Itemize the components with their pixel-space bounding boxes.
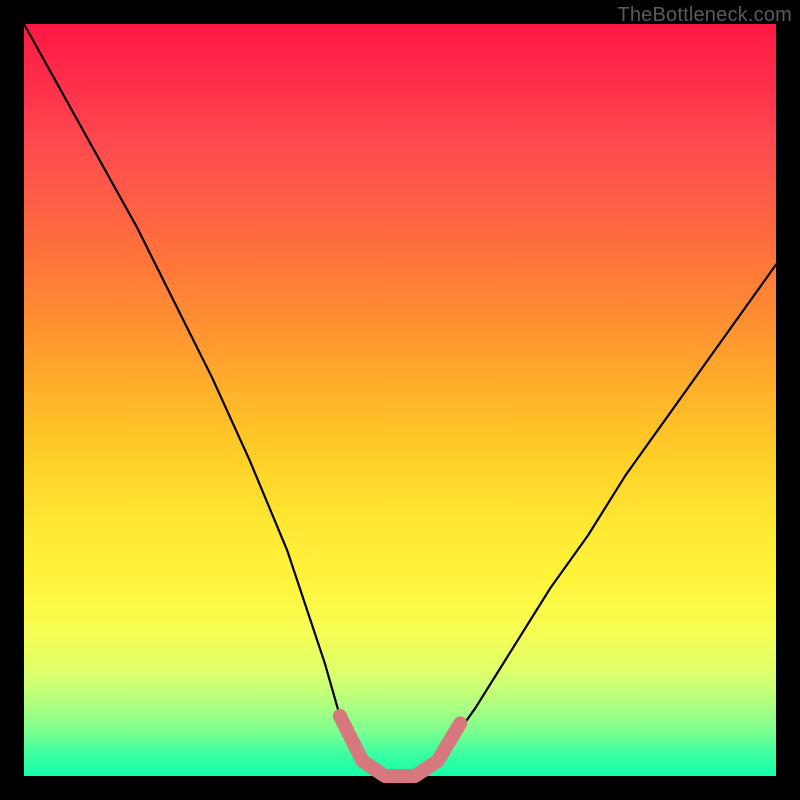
curve-svg bbox=[24, 24, 776, 776]
chart-frame: TheBottleneck.com bbox=[0, 0, 800, 800]
plot-area bbox=[24, 24, 776, 776]
bottleneck-curve bbox=[24, 24, 776, 776]
optimal-highlight bbox=[340, 716, 460, 776]
